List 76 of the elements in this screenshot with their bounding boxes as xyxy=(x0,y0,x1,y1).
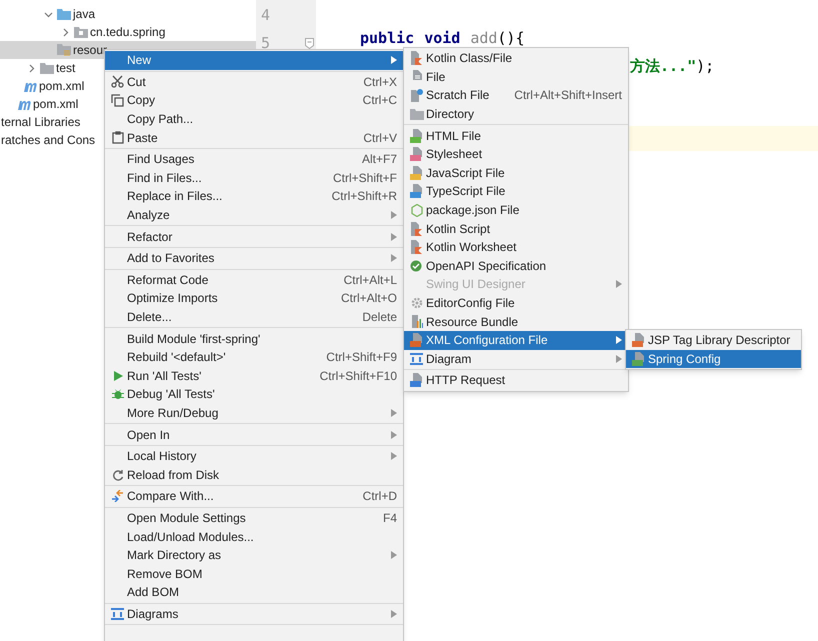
shortcut-label: Ctrl+D xyxy=(362,488,397,506)
line-number: 5 xyxy=(261,32,270,54)
menu-label: JavaScript File xyxy=(426,164,505,182)
menu-label: Debug 'All Tests' xyxy=(127,386,215,404)
menu-label: HTTP Request xyxy=(426,372,506,390)
menu-label: Open In xyxy=(127,426,170,444)
tree-label: test xyxy=(56,60,76,77)
shortcut-label: F4 xyxy=(382,510,397,527)
shortcut-label: Alt+F7 xyxy=(362,151,397,168)
code-token: add xyxy=(470,28,498,49)
menu-label: Replace in Files... xyxy=(127,188,222,206)
menu-label: Stylesheet xyxy=(426,146,482,164)
menu-label: Rebuild '<default>' xyxy=(127,349,226,366)
menu-label: Scratch File xyxy=(426,87,490,104)
shortcut-label: Ctrl+Shift+F9 xyxy=(326,349,397,366)
menu-label: Swing UI Designer xyxy=(426,276,526,294)
menu-label: Mark Directory as xyxy=(127,547,222,564)
code-token: void xyxy=(424,28,460,49)
menu-label: Kotlin Class/File xyxy=(426,50,512,68)
shortcut-label: Ctrl+Alt+Shift+Insert xyxy=(514,87,622,104)
menu-label: Run 'All Tests' xyxy=(127,368,202,385)
menu-label: OpenAPI Specification xyxy=(426,258,546,275)
menu-label: Copy xyxy=(127,92,156,110)
menu-label: Add to Favorites xyxy=(127,250,214,268)
menu-label: Cut xyxy=(127,74,146,91)
menu-label: Find in Files... xyxy=(127,170,202,187)
menu-label: Delete... xyxy=(127,309,172,326)
menu-label: Copy Path... xyxy=(127,111,194,128)
shortcut-label: Ctrl+Shift+F xyxy=(332,170,397,187)
menu-label: Reformat Code xyxy=(127,272,208,289)
shortcut-label: Ctrl+Shift+R xyxy=(332,188,397,206)
menu-label: File xyxy=(426,68,446,86)
code-token: (){ xyxy=(497,28,524,49)
tree-label: java xyxy=(73,6,96,23)
menu-label: Load/Unload Modules... xyxy=(127,528,254,546)
tree-label: pom.xml xyxy=(39,78,84,95)
menu-label: Build Module 'first-spring' xyxy=(127,330,260,348)
menu-label: More Run/Debug xyxy=(127,404,218,422)
menu-label: Remove BOM xyxy=(127,566,202,583)
menu-label: Spring Config xyxy=(648,350,721,368)
shortcut-label: Ctrl+V xyxy=(363,130,397,147)
shortcut-label: Ctrl+Shift+F10 xyxy=(320,368,397,385)
shortcut-label: Ctrl+X xyxy=(363,74,397,91)
code-token: public xyxy=(360,28,414,49)
tree-label: pom.xml xyxy=(33,96,78,113)
menu-label: Kotlin Script xyxy=(426,220,490,238)
code-token: ); xyxy=(696,56,714,77)
menu-label: TypeScript File xyxy=(426,183,506,200)
shortcut-label: Ctrl+C xyxy=(362,92,397,110)
menu-label: Kotlin Worksheet xyxy=(426,239,516,256)
menu-label: Add BOM xyxy=(127,584,180,602)
menu-label: Optimize Imports xyxy=(127,290,218,308)
menu-label: Open Module Settings xyxy=(127,510,246,527)
menu-label: Reload from Disk xyxy=(127,466,220,484)
menu-label: EditorConfig File xyxy=(426,295,515,312)
menu-label: Diagrams xyxy=(127,606,178,623)
menu-label: Refactor xyxy=(127,228,172,246)
menu-label: Paste xyxy=(127,130,158,147)
shortcut-label: Ctrl+Alt+L xyxy=(344,272,397,289)
menu-label: package.json File xyxy=(426,202,520,220)
menu-label: Local History xyxy=(127,448,196,466)
menu-label: Find Usages xyxy=(127,151,194,168)
shortcut-label: Delete xyxy=(362,309,397,326)
menu-label: JSP Tag Library Descriptor xyxy=(648,332,790,350)
code-token: 方法..." xyxy=(630,56,696,77)
menu-label: New xyxy=(127,52,152,70)
menu-label: Resource Bundle xyxy=(426,314,518,331)
line-number: 4 xyxy=(261,4,270,26)
menu-label: HTML File xyxy=(426,128,481,145)
menu-label: Diagram xyxy=(426,350,472,368)
menu-label: Directory xyxy=(426,106,474,124)
menu-label: XML Configuration File xyxy=(426,332,548,350)
menu-label: Analyze xyxy=(127,207,170,224)
tree-label: cn.tedu.spring xyxy=(90,24,166,41)
menu-label: Compare With... xyxy=(127,488,214,506)
shortcut-label: Ctrl+Alt+O xyxy=(340,290,397,308)
